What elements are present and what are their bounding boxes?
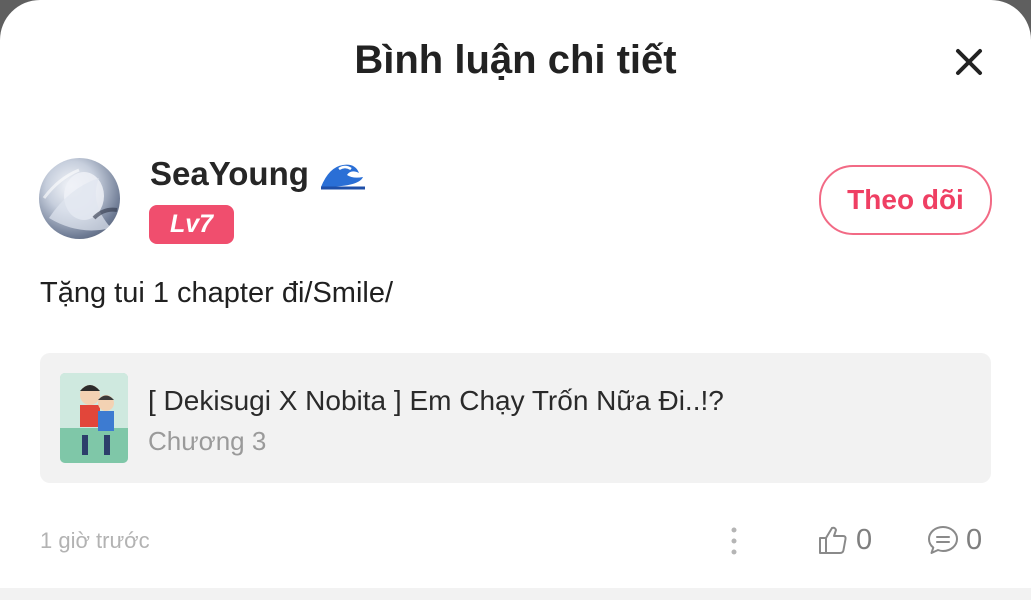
comment-text: Tặng tui 1 chapter đi/Smile/ bbox=[40, 277, 394, 309]
follow-button[interactable]: Theo dõi bbox=[819, 165, 992, 235]
like-button[interactable]: 0 bbox=[816, 520, 872, 560]
avatar-image bbox=[42, 168, 118, 231]
close-button[interactable] bbox=[943, 36, 995, 88]
comment-bubble-icon bbox=[928, 526, 958, 554]
username[interactable]: SeaYoung bbox=[150, 154, 367, 194]
story-title: [ Dekisugi X Nobita ] Em Chạy Trốn Nữa Đ… bbox=[148, 385, 724, 416]
story-card[interactable]: [ Dekisugi X Nobita ] Em Chạy Trốn Nữa Đ… bbox=[40, 353, 991, 483]
username-text: SeaYoung bbox=[150, 155, 309, 192]
comment-timestamp: 1 giờ trước bbox=[40, 528, 150, 553]
wave-icon bbox=[318, 157, 367, 191]
reply-button[interactable]: 0 bbox=[926, 520, 982, 560]
avatar[interactable] bbox=[39, 158, 120, 239]
more-options-button[interactable] bbox=[722, 524, 746, 558]
story-cover bbox=[60, 373, 128, 463]
level-badge: Lv7 bbox=[149, 205, 234, 244]
divider bbox=[0, 588, 1031, 600]
more-vertical-icon bbox=[731, 527, 737, 555]
story-chapter: Chương 3 bbox=[148, 426, 267, 456]
thumbs-up-icon bbox=[819, 526, 847, 554]
reply-count: 0 bbox=[966, 524, 983, 556]
close-icon bbox=[956, 49, 982, 75]
like-count: 0 bbox=[856, 524, 873, 556]
comment-detail-sheet: Bình luận chi tiết SeaYoung Lv7 Theo dõi… bbox=[0, 0, 1031, 600]
page-title: Bình luận chi tiết bbox=[354, 38, 677, 82]
story-cover-image bbox=[60, 373, 128, 463]
